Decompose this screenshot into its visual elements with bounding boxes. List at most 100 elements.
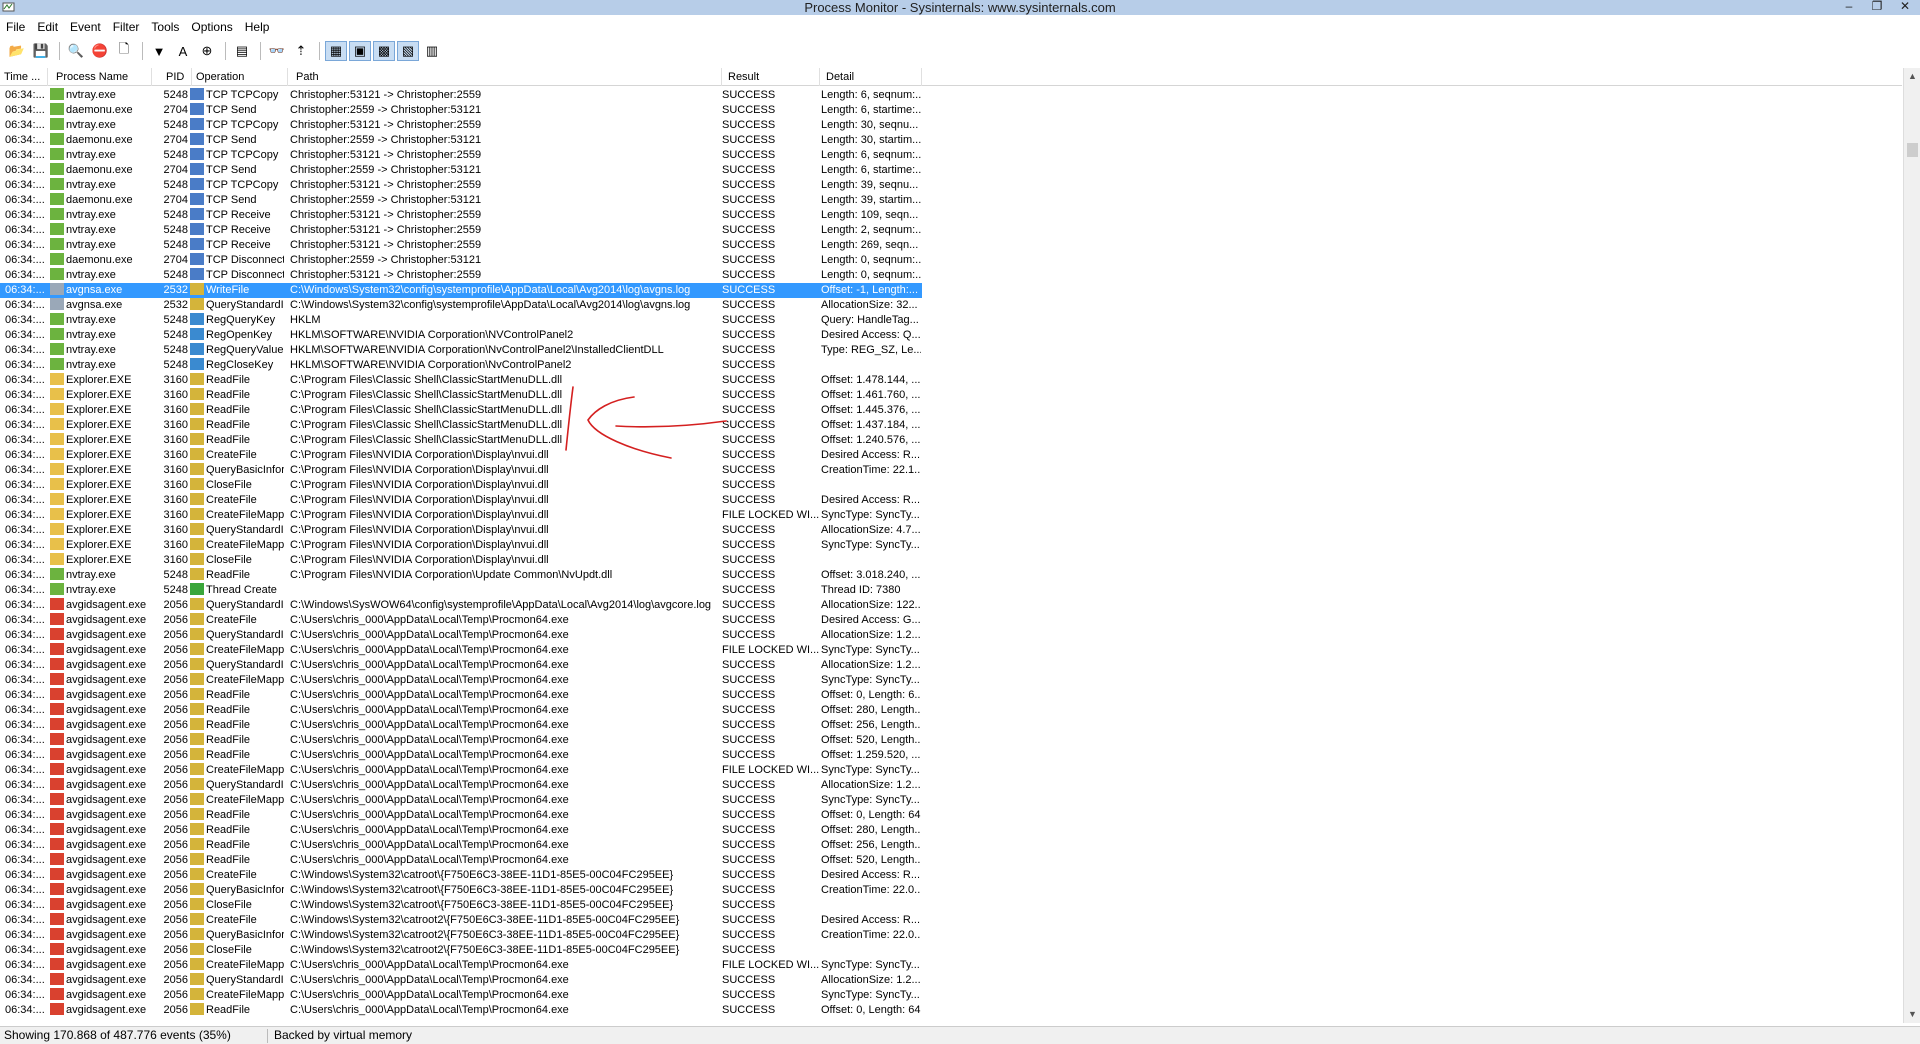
table-row[interactable]: 06:34:... Explorer.EXE 3160 QueryBasicInfor… [0,463,1902,478]
table-row[interactable]: 06:34:... avgidsagent.exe 2056 CreateFileMa… [0,958,1902,973]
table-row[interactable]: 06:34:... nvtray.exe 5248 RegCloseKey HKLM\S… [0,358,1902,373]
menu-filter[interactable]: Filter [107,17,146,37]
table-row[interactable]: 06:34:... avgidsagent.exe 2056 CloseFile C:\… [0,943,1902,958]
table-row[interactable]: 06:34:... Explorer.EXE 3160 CreateFileMapp.… [0,508,1902,523]
open-icon[interactable]: 📂 [6,41,28,61]
table-row[interactable]: 06:34:... nvtray.exe 5248 RegQueryKey HKLM SU… [0,313,1902,328]
process-activity-icon[interactable]: ▧ [397,41,419,61]
table-row[interactable]: 06:34:... daemonu.exe 2704 TCP Send Christop… [0,163,1902,178]
table-row[interactable]: 06:34:... Explorer.EXE 3160 ReadFile C:\Prog… [0,388,1902,403]
jump-icon[interactable]: ⇡ [290,41,312,61]
table-row[interactable]: 06:34:... avgnsa.exe 2532 WriteFile C:\Windo… [0,283,922,298]
table-row[interactable]: 06:34:... avgidsagent.exe 2056 QueryBasicIn… [0,883,1902,898]
table-row[interactable]: 06:34:... daemonu.exe 2704 TCP Disconnect Ch… [0,253,1902,268]
table-row[interactable]: 06:34:... nvtray.exe 5248 TCP Receive Christ… [0,208,1902,223]
column-header-path[interactable]: Path [292,68,722,86]
table-row[interactable]: 06:34:... nvtray.exe 5248 RegOpenKey HKLM\SO… [0,328,1902,343]
table-row[interactable]: 06:34:... Explorer.EXE 3160 CloseFile C:\Pro… [0,478,1902,493]
table-row[interactable]: 06:34:... nvtray.exe 5248 TCP TCPCopy Christ… [0,118,1902,133]
table-row[interactable]: 06:34:... nvtray.exe 5248 TCP TCPCopy Christ… [0,148,1902,163]
table-row[interactable]: 06:34:... avgidsagent.exe 2056 QueryStandar… [0,598,1902,613]
table-row[interactable]: 06:34:... Explorer.EXE 3160 ReadFile C:\Prog… [0,403,1902,418]
table-row[interactable]: 06:34:... nvtray.exe 5248 RegQueryValue HKLM… [0,343,1902,358]
scroll-up-icon[interactable]: ▲ [1904,68,1920,85]
table-row[interactable]: 06:34:... avgidsagent.exe 2056 QueryStandar… [0,658,1902,673]
clear-icon[interactable]: 🗋 [113,41,135,61]
table-row[interactable]: 06:34:... nvtray.exe 5248 Thread Create SUCC… [0,583,1902,598]
table-row[interactable]: 06:34:... avgidsagent.exe 2056 CreateFile C:… [0,613,1902,628]
table-row[interactable]: 06:34:... avgidsagent.exe 2056 ReadFile C:\U… [0,838,1902,853]
table-row[interactable]: 06:34:... Explorer.EXE 3160 ReadFile C:\Prog… [0,418,1902,433]
table-row[interactable]: 06:34:... nvtray.exe 5248 TCP Receive Christ… [0,238,1902,253]
menu-help[interactable]: Help [239,17,276,37]
table-row[interactable]: 06:34:... avgnsa.exe 2532 QueryStandardI...… [0,298,1902,313]
table-row[interactable]: 06:34:... Explorer.EXE 3160 ReadFile C:\Prog… [0,433,1902,448]
table-row[interactable]: 06:34:... avgidsagent.exe 2056 ReadFile C:\U… [0,748,1902,763]
table-row[interactable]: 06:34:... avgidsagent.exe 2056 ReadFile C:\U… [0,733,1902,748]
table-row[interactable]: 06:34:... Explorer.EXE 3160 CreateFile C:\Pr… [0,448,1902,463]
file-activity-icon[interactable]: ▣ [349,41,371,61]
table-row[interactable]: 06:34:... Explorer.EXE 3160 CreateFile C:\Pr… [0,493,1902,508]
column-header-operation[interactable]: Operation [192,68,288,86]
column-header-detail[interactable]: Detail [822,68,922,86]
autoscroll-icon[interactable]: ⛔ [89,41,111,61]
table-row[interactable]: 06:34:... nvtray.exe 5248 ReadFile C:\Progra… [0,568,1902,583]
table-row[interactable]: 06:34:... avgidsagent.exe 2056 CreateFileMa… [0,988,1902,1003]
table-row[interactable]: 06:34:... avgidsagent.exe 2056 ReadFile C:\U… [0,688,1902,703]
table-row[interactable]: 06:34:... avgidsagent.exe 2056 CreateFileMa… [0,763,1902,778]
menu-event[interactable]: Event [64,17,107,37]
table-row[interactable]: 06:34:... avgidsagent.exe 2056 QueryBasicIn… [0,928,1902,943]
event-list[interactable]: Time ... Process Name PID Operation Path… [0,68,1920,1023]
table-row[interactable]: 06:34:... daemonu.exe 2704 TCP Send Christop… [0,133,1902,148]
table-row[interactable]: 06:34:... avgidsagent.exe 2056 CloseFile C:\… [0,898,1902,913]
table-row[interactable]: 06:34:... Explorer.EXE 3160 CloseFile C:\Pro… [0,553,1902,568]
table-row[interactable]: 06:34:... Explorer.EXE 3160 CreateFileMapp.… [0,538,1902,553]
menu-options[interactable]: Options [185,17,238,37]
column-header-time[interactable]: Time ... [0,68,48,86]
table-row[interactable]: 06:34:... Explorer.EXE 3160 QueryStandardI.… [0,523,1902,538]
find-icon[interactable]: 👓 [266,41,288,61]
maximize-button[interactable]: ❐ [1864,0,1890,15]
close-button[interactable]: ✕ [1892,0,1918,15]
table-row[interactable]: 06:34:... avgidsagent.exe 2056 CreateFile C:… [0,868,1902,883]
vertical-scrollbar[interactable]: ▲ ▼ [1903,68,1920,1023]
table-row[interactable]: 06:34:... nvtray.exe 5248 TCP Disconnect Chr… [0,268,1902,283]
scroll-down-icon[interactable]: ▼ [1904,1006,1920,1023]
table-row[interactable]: 06:34:... avgidsagent.exe 2056 ReadFile C:\U… [0,853,1902,868]
network-activity-icon[interactable]: ▩ [373,41,395,61]
table-row[interactable]: 06:34:... daemonu.exe 2704 TCP Send Christop… [0,193,1902,208]
table-row[interactable]: 06:34:... daemonu.exe 2704 TCP Send Christop… [0,103,1902,118]
process-tree-icon[interactable]: ▤ [231,41,253,61]
table-row[interactable]: 06:34:... avgidsagent.exe 2056 QueryStandar… [0,973,1902,988]
table-row[interactable]: 06:34:... avgidsagent.exe 2056 CreateFileMa… [0,643,1902,658]
menu-file[interactable]: File [0,17,31,37]
table-row[interactable]: 06:34:... avgidsagent.exe 2056 QueryStandar… [0,628,1902,643]
minimize-button[interactable]: – [1836,0,1862,15]
table-row[interactable]: 06:34:... avgidsagent.exe 2056 QueryStandar… [0,778,1902,793]
table-row[interactable]: 06:34:... avgidsagent.exe 2056 ReadFile C:\U… [0,718,1902,733]
scroll-thumb[interactable] [1907,143,1918,157]
highlight-icon[interactable]: A [172,41,194,61]
table-row[interactable]: 06:34:... Explorer.EXE 3160 ReadFile C:\Prog… [0,373,1902,388]
table-row[interactable]: 06:34:... avgidsagent.exe 2056 CreateFile C:… [0,913,1902,928]
magnify-icon[interactable]: 🔍 [65,41,87,61]
table-row[interactable]: 06:34:... avgidsagent.exe 2056 ReadFile C:\U… [0,703,1902,718]
filter-icon[interactable]: ▼ [148,41,170,61]
table-row[interactable]: 06:34:... avgidsagent.exe 2056 ReadFile C:\U… [0,1003,1902,1018]
table-row[interactable]: 06:34:... avgidsagent.exe 2056 ReadFile C:\U… [0,808,1902,823]
include-process-icon[interactable]: ⊕ [196,41,218,61]
profiling-activity-icon[interactable]: ▥ [421,41,443,61]
table-row[interactable]: 06:34:... nvtray.exe 5248 TCP TCPCopy Christ… [0,178,1902,193]
menu-tools[interactable]: Tools [145,17,185,37]
column-header-pid[interactable]: PID [162,68,192,86]
column-header-result[interactable]: Result [724,68,820,86]
table-row[interactable]: 06:34:... avgidsagent.exe 2056 ReadFile C:\U… [0,823,1902,838]
table-row[interactable]: 06:34:... nvtray.exe 5248 TCP TCPCopy Christ… [0,88,1902,103]
table-row[interactable]: 06:34:... avgidsagent.exe 2056 CreateFileMa… [0,673,1902,688]
menu-edit[interactable]: Edit [31,17,64,37]
table-row[interactable]: 06:34:... avgidsagent.exe 2056 CreateFileMa… [0,793,1902,808]
save-icon[interactable]: 💾 [30,41,52,61]
column-header-process-name[interactable]: Process Name [52,68,152,86]
registry-activity-icon[interactable]: ▦ [325,41,347,61]
table-row[interactable]: 06:34:... nvtray.exe 5248 TCP Receive Christ… [0,223,1902,238]
